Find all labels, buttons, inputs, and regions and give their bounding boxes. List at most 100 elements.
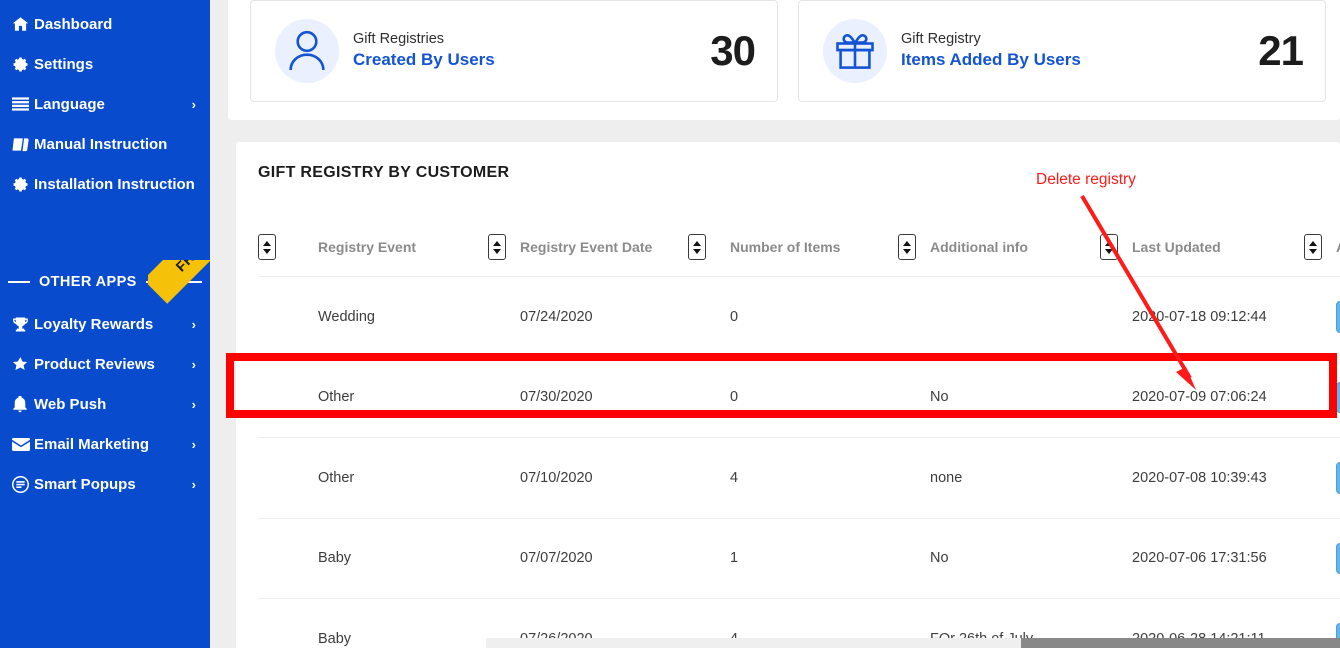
- table-row: Other 07/30/2020 0 No 2020-07-09 07:06:2…: [258, 356, 1340, 438]
- triangle-down-icon: [1309, 248, 1317, 254]
- gear-icon: [12, 55, 34, 73]
- stat-card-registries-created: Gift Registries Created By Users 30: [250, 0, 778, 102]
- row-spacer: [1304, 356, 1336, 438]
- app-root: Dashboard Settings Language › Manual Ins…: [0, 0, 1340, 648]
- popup-icon: [12, 475, 34, 493]
- cell-additional-info: none: [930, 437, 1100, 518]
- row-spacer: [688, 356, 730, 438]
- cell-registry-event: Wedding: [318, 276, 488, 357]
- cell-registry-event: Other: [318, 356, 488, 438]
- horizontal-scrollbar-track[interactable]: [486, 638, 1340, 648]
- sort-toggle-registry-event-date[interactable]: [488, 234, 506, 260]
- divider-line-right: [145, 281, 202, 283]
- divider-line-left: [8, 281, 30, 283]
- stats-panel: Gift Registries Created By Users 30 Gift…: [228, 0, 1340, 120]
- sidebar-item-installation-instruction[interactable]: Installation Instruction: [0, 164, 210, 204]
- column-header-additional-info[interactable]: Additional info: [930, 234, 1100, 277]
- sort-cell-last-updated: [1100, 234, 1132, 277]
- cell-additional-info: [930, 276, 1100, 357]
- gift-icon: [823, 19, 887, 83]
- sort-toggle-last-updated[interactable]: [1100, 234, 1118, 260]
- gift-registry-table: Registry Event Registry Event Date Numbe…: [258, 234, 1340, 648]
- sidebar-item-label: Product Reviews: [34, 355, 155, 373]
- delete-button[interactable]: Delete: [1336, 381, 1340, 413]
- sidebar-item-label: Smart Popups: [34, 475, 136, 493]
- row-spacer: [258, 517, 318, 599]
- chevron-right-icon: ›: [191, 476, 196, 492]
- envelope-icon: [12, 435, 34, 453]
- registry-table-panel: GIFT REGISTRY BY CUSTOMER Registry Event…: [236, 142, 1340, 648]
- sort-toggle-additional-info[interactable]: [898, 234, 916, 260]
- cell-additional-info: No: [930, 356, 1100, 438]
- sidebar-item-language[interactable]: Language ›: [0, 84, 210, 124]
- table-body: Wedding 07/24/2020 0 2020-07-18 09:12:44: [258, 276, 1340, 648]
- user-icon: [275, 19, 339, 83]
- sort-toggle-registry-event[interactable]: [258, 234, 276, 260]
- cell-registry-event: Baby: [318, 598, 488, 648]
- other-apps-heading: OTHER APPS: [39, 274, 137, 290]
- cell-number-of-items: 0: [730, 356, 898, 438]
- row-spacer: [688, 437, 730, 518]
- delete-button[interactable]: Delete: [1336, 542, 1340, 574]
- bell-icon: [12, 395, 34, 413]
- home-icon: [12, 15, 34, 33]
- row-spacer: [1304, 437, 1336, 518]
- sidebar-item-loyalty-rewards[interactable]: Loyalty Rewards ›: [0, 304, 210, 344]
- sidebar-item-label: Installation Instruction: [34, 175, 195, 193]
- sidebar-item-dashboard[interactable]: Dashboard: [0, 4, 210, 44]
- row-spacer: [488, 276, 520, 357]
- triangle-up-icon: [1309, 240, 1317, 246]
- row-spacer: [1304, 276, 1336, 357]
- stat-title: Items Added By Users: [901, 49, 1081, 69]
- triangle-down-icon: [1105, 248, 1113, 254]
- sidebar-item-label: Language: [34, 95, 105, 113]
- stat-value: 21: [1258, 27, 1304, 74]
- sort-cell-registry-event: [258, 234, 318, 277]
- chevron-right-icon: ›: [191, 436, 196, 452]
- sort-cell-action: [1304, 234, 1336, 277]
- gear-icon: [12, 175, 34, 193]
- column-header-registry-event[interactable]: Registry Event: [318, 234, 488, 277]
- sidebar-item-email-marketing[interactable]: Email Marketing ›: [0, 424, 210, 464]
- chevron-right-icon: ›: [191, 356, 196, 372]
- sort-toggle-action[interactable]: [1304, 234, 1322, 260]
- sidebar-item-smart-popups[interactable]: Smart Popups ›: [0, 464, 210, 504]
- triangle-up-icon: [693, 240, 701, 246]
- sort-toggle-number-of-items[interactable]: [688, 234, 706, 260]
- sidebar-content-gutter: [210, 0, 228, 648]
- cell-action: Delete: [1336, 356, 1340, 438]
- cell-registry-event-date: 07/07/2020: [520, 517, 688, 599]
- row-spacer: [898, 437, 930, 518]
- main-content: Gift Registries Created By Users 30 Gift…: [228, 0, 1340, 648]
- table-header-row: Registry Event Registry Event Date Numbe…: [258, 234, 1340, 277]
- sidebar-item-label: Dashboard: [34, 15, 113, 33]
- book-icon: [12, 135, 34, 153]
- column-header-last-updated[interactable]: Last Updated: [1132, 234, 1304, 277]
- horizontal-scrollbar-thumb[interactable]: [1021, 638, 1340, 648]
- column-header-number-of-items[interactable]: Number of Items: [730, 234, 898, 277]
- delete-button[interactable]: Delete: [1336, 301, 1340, 333]
- triangle-down-icon: [493, 248, 501, 254]
- row-spacer: [1100, 437, 1132, 518]
- sidebar-item-manual-instruction[interactable]: Manual Instruction: [0, 124, 210, 164]
- column-header-action: Action: [1336, 234, 1340, 277]
- sidebar-item-web-push[interactable]: Web Push ›: [0, 384, 210, 424]
- sort-cell-registry-event-date: [488, 234, 520, 277]
- sidebar-item-label: Web Push: [34, 395, 107, 413]
- cell-last-updated: 2020-07-08 10:39:43: [1132, 437, 1304, 518]
- row-spacer: [258, 276, 318, 357]
- stat-title: Created By Users: [353, 49, 495, 69]
- table-head: Registry Event Registry Event Date Numbe…: [258, 234, 1340, 277]
- row-spacer: [898, 356, 930, 438]
- cell-additional-info: No: [930, 517, 1100, 599]
- chevron-right-icon: ›: [191, 316, 196, 332]
- page-title: GIFT REGISTRY BY CUSTOMER: [258, 164, 510, 181]
- sidebar-item-product-reviews[interactable]: Product Reviews ›: [0, 344, 210, 384]
- triangle-down-icon: [263, 248, 271, 254]
- cell-last-updated: 2020-07-09 07:06:24: [1132, 356, 1304, 438]
- delete-button[interactable]: Delete: [1336, 462, 1340, 494]
- row-spacer: [488, 356, 520, 438]
- column-header-registry-event-date[interactable]: Registry Event Date: [520, 234, 688, 277]
- sidebar-item-settings[interactable]: Settings: [0, 44, 210, 84]
- triangle-down-icon: [693, 248, 701, 254]
